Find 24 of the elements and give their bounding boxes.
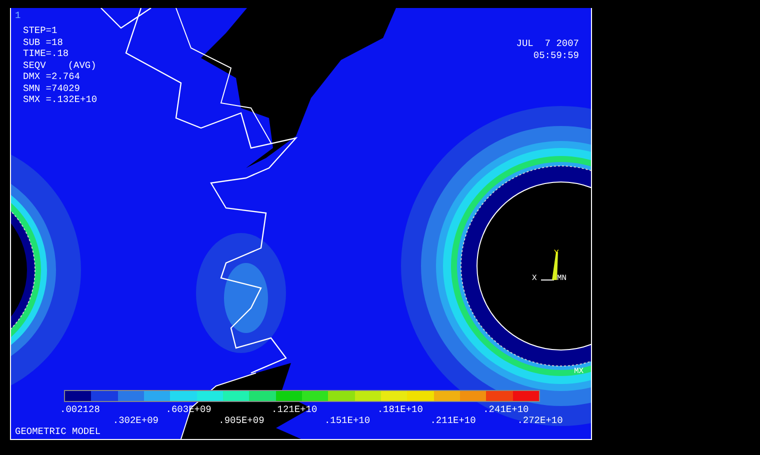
legend-value: .241E+10: [483, 404, 529, 415]
date-label: JUL 7 2007: [516, 38, 579, 50]
result-stat: SMN =74029: [23, 82, 82, 94]
legend-value: .211E+10: [430, 415, 476, 426]
result-label: SUB =18: [23, 36, 64, 48]
legend-value: .151E+10: [324, 415, 370, 426]
viewport-number: 1: [15, 10, 21, 22]
legend-value: .181E+10: [377, 404, 423, 415]
legend-value: .272E+10: [517, 415, 563, 426]
legend-value: .002128: [60, 404, 100, 415]
averaging-label: (AVG): [68, 60, 96, 71]
result-stat: SMX =.132E+10: [23, 94, 98, 106]
axis-label: Y: [554, 248, 559, 260]
axis-label: X: [532, 273, 537, 284]
result-label: TIME=.18: [23, 48, 70, 60]
result-stat: DMX =2.764: [23, 71, 82, 82]
max-marker-label: MX: [574, 366, 584, 378]
min-marker-label: MN: [557, 273, 567, 284]
result-quantity: SEQV: [23, 60, 46, 71]
result-label: STEP=1: [23, 25, 58, 36]
legend-value: .302E+09: [112, 415, 158, 426]
legend-value: .905E+09: [218, 415, 264, 426]
model-label: GEOMETRIC MODEL: [15, 426, 101, 438]
time-label: 05:59:59: [533, 50, 579, 61]
